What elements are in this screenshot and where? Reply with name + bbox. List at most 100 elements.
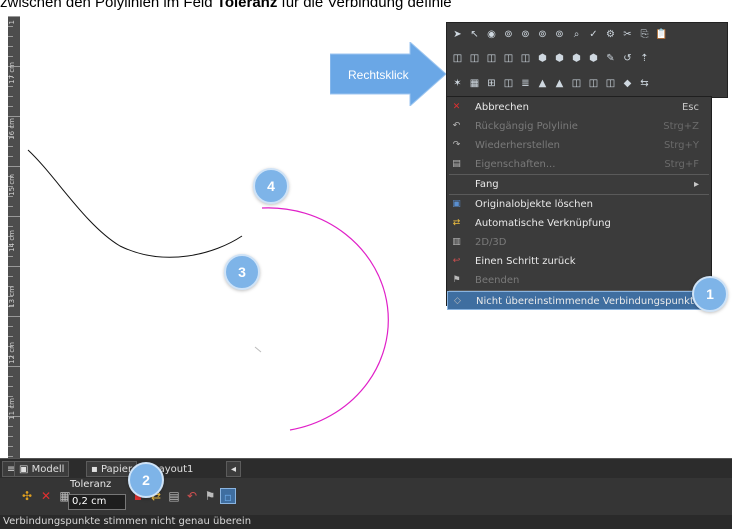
up-icon[interactable]: ⇡ [636,50,653,68]
menu-item-label: Automatische Verknüpfung [475,218,611,229]
flag-icon[interactable]: ⚑ [202,488,218,504]
delete-original-icon: ▣ [452,199,461,209]
gear-icon[interactable]: ⚙ [602,26,619,44]
pen-icon[interactable]: ✎ [602,50,619,68]
menu-item-shortcut: Strg+Z [663,121,699,132]
scroll-left-icon: ◂ [231,464,237,475]
shape-icon[interactable]: ◫ [517,50,534,68]
status-bar: Verbindungspunkte stimmen nicht genau üb… [0,515,732,529]
badge-2: 2 [128,462,164,498]
menu-item-label: Eigenschaften... [475,159,556,170]
redo-icon: ↷ [452,140,461,150]
paper-tab-icon: ▪ [91,464,101,475]
menu-item-label: Abbrechen [475,102,529,113]
node-icon[interactable]: ⊚ [500,26,517,44]
submenu-arrow-icon: ▸ [693,179,699,190]
shape-icon[interactable]: ◫ [483,50,500,68]
tab-model-label: Modell [31,464,65,475]
tab-paper-label: Papier [100,464,133,475]
shape-icon[interactable]: ◫ [449,50,466,68]
cube-icon[interactable]: ⬢ [568,50,585,68]
menu-item-shortcut: Strg+Y [663,140,699,151]
pointer-icon[interactable]: ↖ [466,26,483,44]
menu-item-label: Fang [475,179,499,190]
menu-item[interactable]: ⇄ Automatische Verknüpfung [447,214,711,233]
menu-item[interactable]: Fang ▸ [447,175,711,194]
node-icon[interactable]: ⊚ [551,26,568,44]
menu-item-shortcut: Strg+F [664,159,699,170]
mountain-icon[interactable]: ▲ [534,75,551,93]
menu-item-label: Rückgängig Polylinie [475,121,578,132]
mismatch-icon: ◇ [454,296,461,306]
tolerance-input[interactable]: 0,2 cm [68,494,126,510]
cube-icon[interactable]: ⬢ [551,50,568,68]
menu-item-label: Originalobjekte löschen [475,199,594,210]
tag-icon[interactable]: ◆ [619,75,636,93]
properties-icon: ▤ [452,159,461,169]
dimension-icon[interactable]: ▤ [166,488,182,504]
menu-item[interactable]: ↶ Rückgängig Polylinie Strg+Z [447,117,711,136]
shape-icon[interactable]: ◫ [500,75,517,93]
table-icon[interactable]: ▦ [466,75,483,93]
cube-icon[interactable]: ⬢ [534,50,551,68]
step-back-icon[interactable]: ↶ [184,488,200,504]
menu-item-shortcut: Esc [681,102,699,113]
menu-item-label: Einen Schritt zurück [475,256,576,267]
star-icon[interactable]: ✶ [449,75,466,93]
paste-icon[interactable]: 📋 [653,26,670,44]
select-arrow-icon[interactable]: ➤ [449,26,466,44]
arrow-icon[interactable]: ↺ [619,50,636,68]
circle-node-icon[interactable]: ◉ [483,26,500,44]
shape-icon[interactable]: ◫ [500,50,517,68]
shape-icon[interactable]: ◫ [602,75,619,93]
menu-item-label: Wiederherstellen [475,140,560,151]
rechtsklick-label: Rechtsklick [348,68,409,82]
menu-item[interactable]: ↷ Wiederherstellen Strg+Y [447,136,711,155]
polyline-join-icon[interactable]: ✣ [19,488,35,504]
menu-item[interactable]: ✕ Abbrechen Esc [447,98,711,117]
node-icon[interactable]: ⊚ [517,26,534,44]
menu-item-label: Nicht übereinstimmende Verbindungspunkte [476,296,701,307]
menu-item-label: Beenden [475,275,520,286]
badge-1: 1 [692,276,728,312]
menu-item[interactable]: ▣ Originalobjekte löschen [447,195,711,214]
close-icon: ✕ [452,102,461,112]
shape-icon[interactable]: ◫ [568,75,585,93]
mountain-icon[interactable]: ▲ [551,75,568,93]
badge-4: 4 [253,168,289,204]
shape-icon[interactable]: ◫ [585,75,602,93]
tab-model[interactable]: ▣ Modell [14,461,70,477]
badge-3: 3 [224,254,260,290]
cancel-icon[interactable]: ✕ [38,488,54,504]
zoom-icon[interactable]: ⌕ [568,26,585,44]
shape-icon[interactable]: ◫ [466,50,483,68]
step-back-icon: ↩ [452,256,461,266]
menu-item[interactable]: ⚑ Beenden [447,271,711,290]
list-icon[interactable]: ≣ [517,75,534,93]
grid-icon[interactable]: ⊞ [483,75,500,93]
tab-scroll-left[interactable]: ◂ [226,461,242,477]
menu-item[interactable]: ▤ Eigenschaften... Strg+F [447,155,711,174]
dimension-icon: ▥ [452,237,461,247]
node-icon[interactable]: ⊚ [534,26,551,44]
copy-icon[interactable]: ⎘ [636,26,653,44]
auto-link-icon: ⇄ [452,218,461,228]
menu-item-label: 2D/3D [475,237,507,248]
polyline-arc[interactable] [261,207,389,431]
context-toolbar: ➤ ↖ ◉ ⊚ ⊚ ⊚ ⊚ ⌕ ✓ ⚙ ✂ ⎘ 📋 ◫ ◫ ◫ ◫ ◫ ⬢ ⬢ ⬢ ⬢ ✎ ↺ ⇡ ✶ ▦ ⊞ ◫ ≣ ▲ ▲ ◫ ◫ ◫ ◆ ⇆ [446,22,728,98]
tolerance-label: Toleranz [70,479,112,490]
mismatch-icon[interactable]: ▫ [220,488,236,504]
model-tab-icon: ▣ [19,464,32,475]
check-icon[interactable]: ✓ [585,26,602,44]
arrows-icon[interactable]: ⇆ [636,75,653,93]
menu-item[interactable]: ▥ 2D/3D [447,233,711,252]
layout-tab-bar: ≡ ▣ Modell ▪ Papier Layout1 ◂ [0,458,732,479]
cube-icon[interactable]: ⬢ [585,50,602,68]
context-menu: ✕ Abbrechen Esc ↶ Rückgängig Polylinie Strg+Z… [446,96,712,310]
menu-item[interactable]: ◇ Nicht übereinstimmende Verbindungspunkt… [447,291,711,310]
polyline-curve[interactable] [27,149,243,258]
menu-item[interactable]: ↩ Einen Schritt zurück [447,252,711,271]
flag-icon: ⚑ [452,275,461,285]
scissors-icon[interactable]: ✂ [619,26,636,44]
small-mark [254,346,262,353]
